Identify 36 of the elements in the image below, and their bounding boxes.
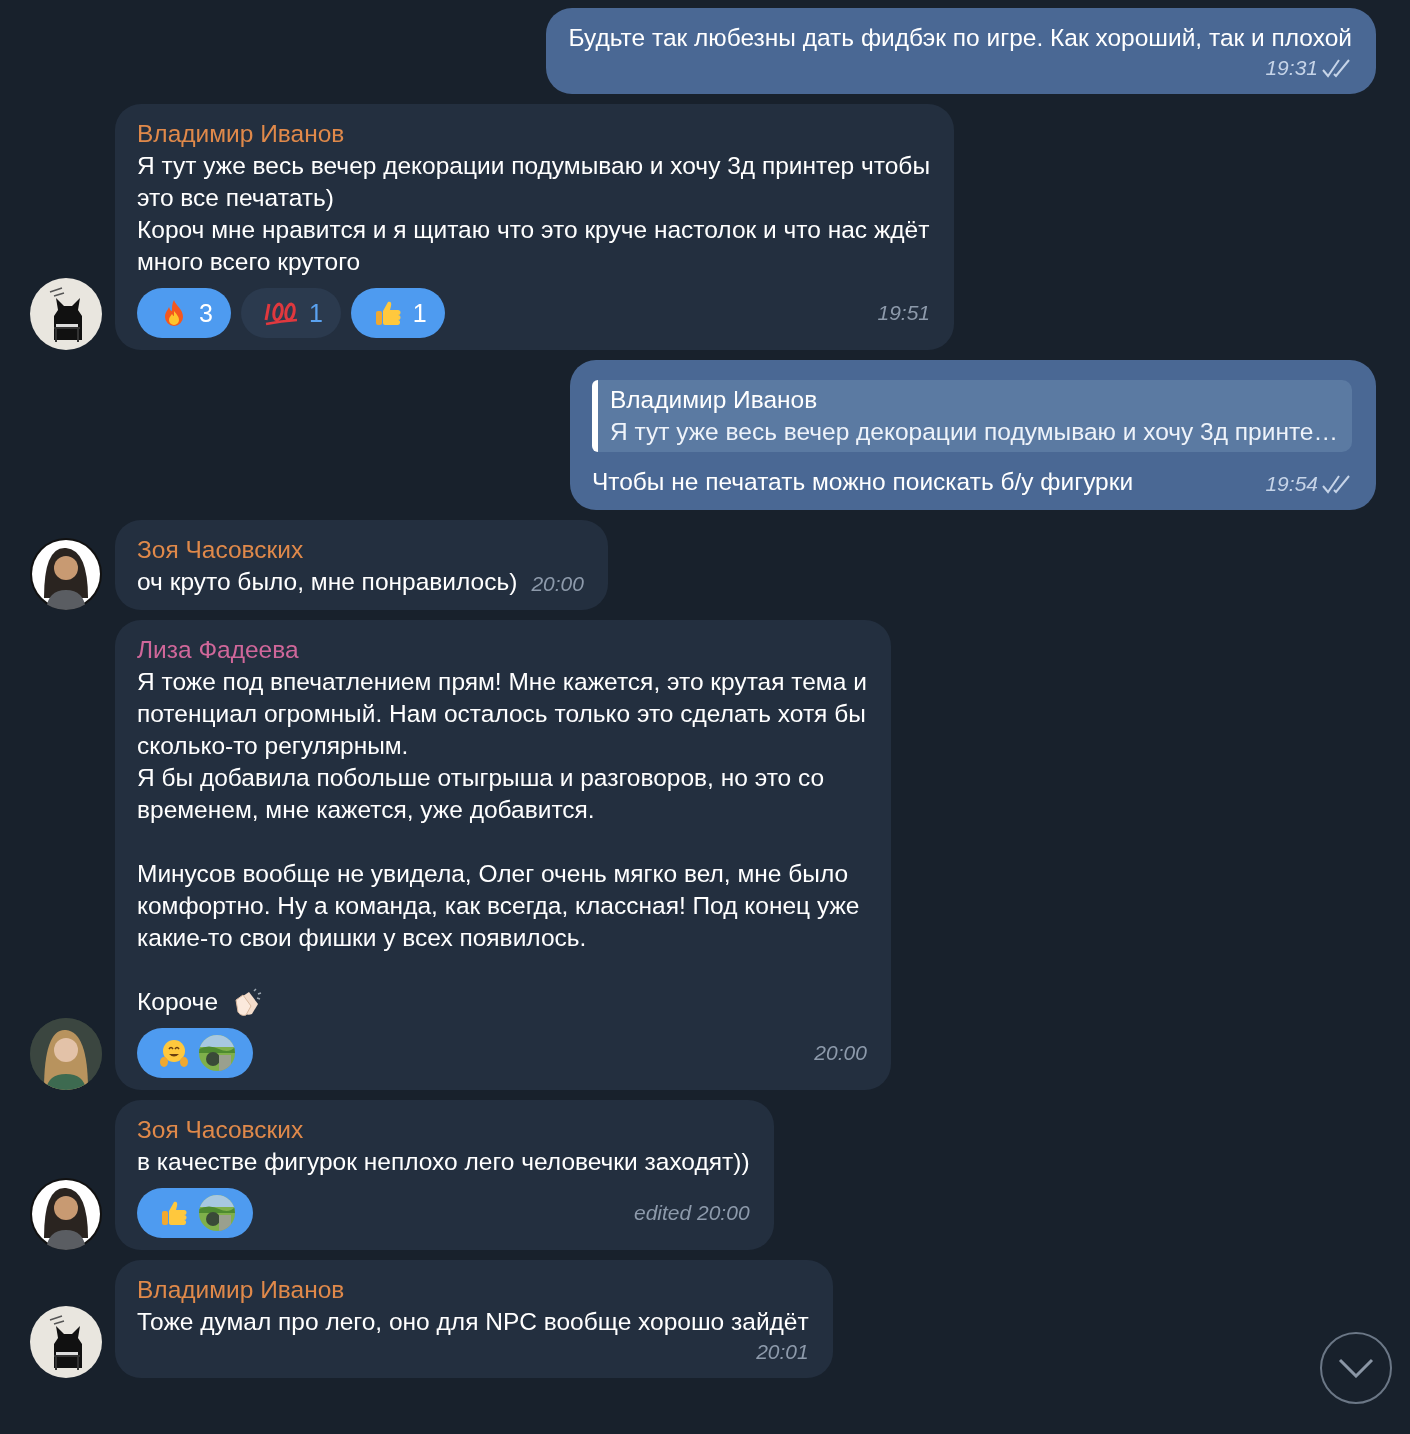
- message-time: 19:54: [1265, 470, 1352, 498]
- sender-name[interactable]: Зоя Часовских: [137, 534, 584, 566]
- person-silhouette-icon: [30, 538, 102, 610]
- message-text: Будьте так любезны дать фидбэк по игре. Как хороший, так и плохой: [568, 23, 1352, 53]
- reply-sender: Владимир Иванов: [609, 385, 819, 415]
- message-text: оч круто было, мне понравилось): [137, 567, 518, 597]
- message-text: Чтобы не печатать можно поискать б/у фигурки: [591, 467, 1134, 497]
- message-time: 20:00: [814, 1040, 867, 1066]
- reaction-chip[interactable]: [137, 1028, 253, 1078]
- sender-name[interactable]: Владимир Иванов: [137, 1274, 809, 1306]
- reaction-chip[interactable]: 1: [240, 288, 341, 338]
- person-silhouette-icon: [30, 1178, 102, 1250]
- chevron-down-icon: [1338, 1358, 1374, 1378]
- double-check-icon: [1322, 58, 1352, 78]
- message-time: 20:01: [756, 1339, 809, 1365]
- reply-text: Я тут уже весь вечер декорации подумываю и хочу 3д принте…: [609, 417, 1338, 447]
- message-time: 20:00: [531, 571, 584, 597]
- message-text: в качестве фигурок неплохо лего человечки заходят)): [137, 1147, 750, 1177]
- sender-name[interactable]: Владимир Иванов: [137, 118, 930, 150]
- message-text: Тоже думал про лего, оно для NPC вообще хорошо зайдёт: [137, 1307, 809, 1337]
- reaction-chip[interactable]: [137, 1188, 253, 1238]
- message-time: 19:31: [1265, 54, 1352, 82]
- message-text: Короче: [137, 987, 218, 1017]
- message-text: Я тут уже весь вечер декорации подумываю и хочу 3д принтер чтобы это все печатать) Короч мне нравится и я щитаю что это круче настолок и что нас ждёт много всего крутого: [137, 151, 930, 277]
- reaction-chip[interactable]: 3: [137, 288, 231, 338]
- double-check-icon: [1322, 474, 1352, 494]
- message-text: Минусов вообще не увидела, Олег очень мягко вел, мне было комфортно. Ну а команда, как всегда, классная! Под конец уже какие-то свои фишки у всех появилось.: [137, 859, 861, 953]
- sender-name[interactable]: Зоя Часовских: [137, 1114, 750, 1146]
- reply-quote[interactable]: Владимир Иванов Я тут уже весь вечер декорации подумываю и хочу 3д принте…: [591, 380, 1352, 452]
- message-time: edited 20:00: [633, 1200, 750, 1226]
- sender-name[interactable]: Лиза Фадеева: [137, 634, 867, 666]
- hugging-face-icon: [159, 1038, 189, 1068]
- message-text: Я тоже под впечатлением прям! Мне кажется, это крутая тема и потенциал огромный. Нам осталось только это сделать хотя бы сколько-то регулярным. Я бы добавила побольше отыгрыша и разговоров, но это со временем, мне кажется, уже добавится.: [137, 667, 867, 825]
- clapping-hands-icon: [232, 988, 262, 1018]
- message-time: 19:51: [877, 300, 930, 326]
- reaction-chip[interactable]: 1: [350, 288, 445, 338]
